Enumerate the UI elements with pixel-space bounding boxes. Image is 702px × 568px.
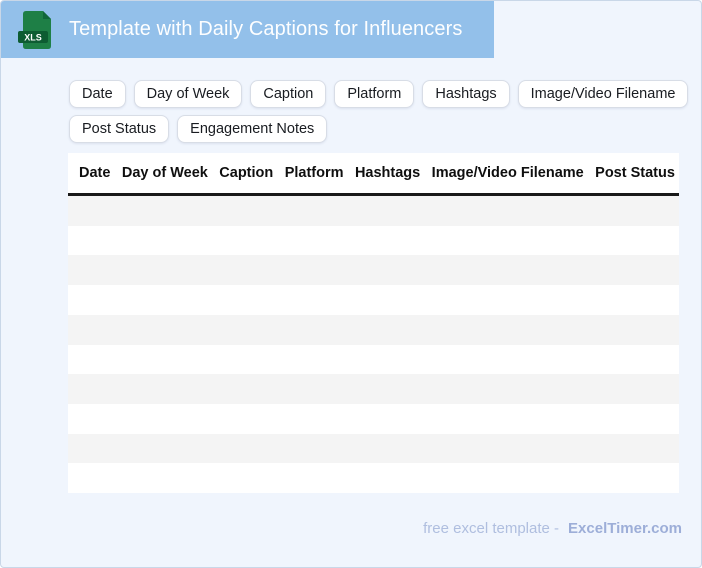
table-row[interactable] <box>68 225 679 256</box>
field-chip[interactable]: Day of Week <box>133 80 243 108</box>
table-row[interactable] <box>68 196 679 226</box>
table-column-header: Date <box>79 165 111 181</box>
table-column-header: Day of Week <box>121 165 208 181</box>
field-chip[interactable]: Caption <box>250 80 327 108</box>
field-chip[interactable]: Platform <box>334 80 415 108</box>
table-row[interactable] <box>68 403 679 434</box>
table-column-header: Platform <box>284 165 344 181</box>
table-row[interactable] <box>68 374 679 404</box>
field-chip[interactable]: Hashtags <box>422 80 510 108</box>
table-header-row: Date Day of Week Caption Platform Hashtags Im… <box>68 153 679 196</box>
footer-brand-link[interactable]: ExcelTimer.com <box>568 520 682 537</box>
field-chip[interactable]: Date <box>69 80 126 108</box>
field-chip[interactable]: Engagement Notes <box>177 115 328 143</box>
table-row[interactable] <box>68 463 679 494</box>
field-chip-list: Date Day of Week Caption Platform Hashtags Im… <box>69 80 689 143</box>
page-title: Template with Daily Captions for Influen… <box>69 18 463 40</box>
template-preview-page: XLS Template with Daily Captions for Inf… <box>0 0 702 568</box>
xls-badge-label: XLS <box>24 32 42 42</box>
header-banner: XLS Template with Daily Captions for Inf… <box>1 1 494 58</box>
table-column-header: Post Status <box>595 165 675 181</box>
field-chip[interactable]: Post Status <box>69 115 170 143</box>
table-row[interactable] <box>68 314 679 345</box>
field-chip[interactable]: Image/Video Filename <box>517 80 689 108</box>
table-row[interactable] <box>68 344 679 375</box>
footer-caption: free excel template - <box>423 520 560 537</box>
table-row[interactable] <box>68 433 679 464</box>
table-row[interactable] <box>68 285 679 315</box>
table-column-header: Image/Video Filename <box>431 165 584 181</box>
table-column-header: Caption <box>219 165 274 181</box>
xls-file-icon: XLS <box>18 10 51 49</box>
footer: free excel template - ExcelTimer.com <box>423 520 682 537</box>
table-column-header: Hashtags <box>354 165 421 181</box>
table-body <box>68 196 679 494</box>
table-row[interactable] <box>68 255 679 286</box>
captions-table: Date Day of Week Caption Platform Hashtags Im… <box>68 153 679 494</box>
